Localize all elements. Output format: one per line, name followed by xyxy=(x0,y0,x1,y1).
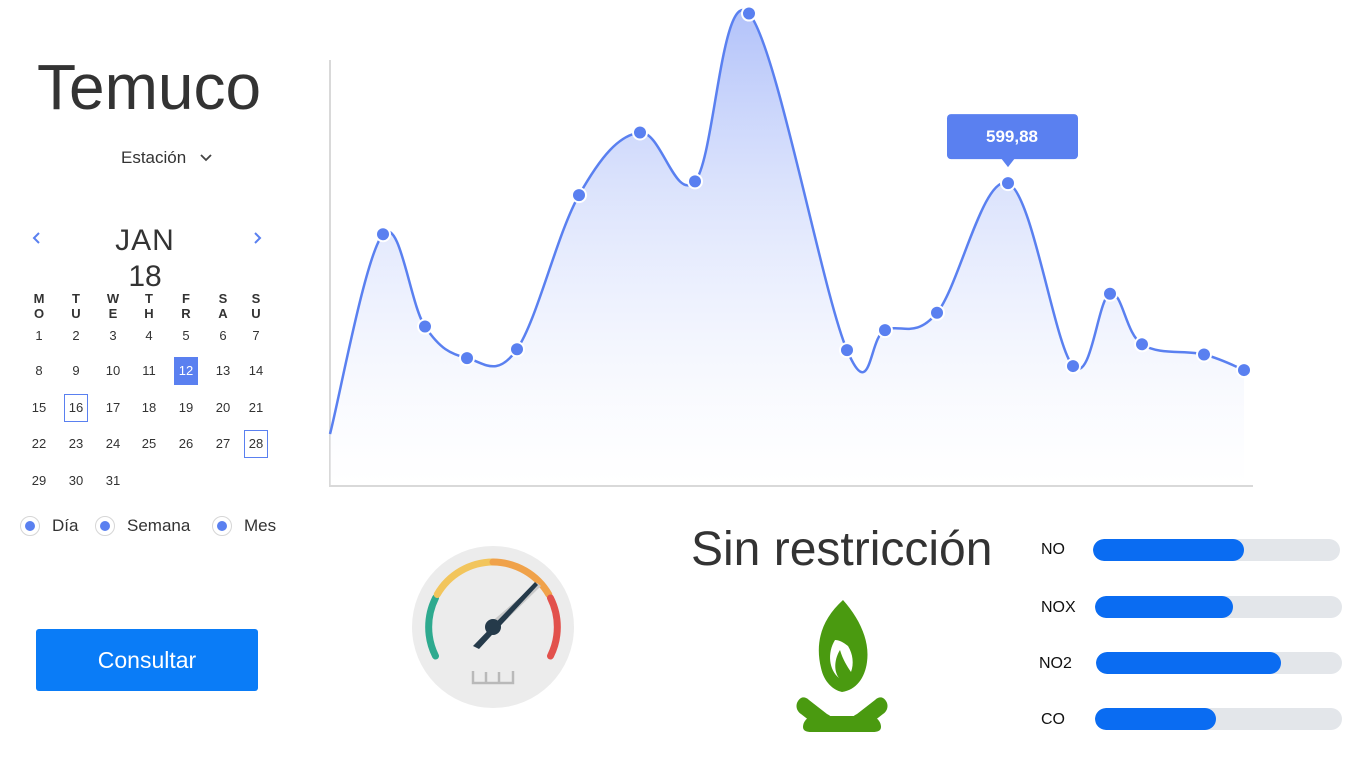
pollutant-bar-track xyxy=(1095,708,1342,730)
consult-button[interactable]: Consultar xyxy=(36,629,258,691)
pollutant-label: NO xyxy=(1041,541,1065,558)
period-radio-label: Mes xyxy=(244,516,277,535)
pollutant-bar-fill xyxy=(1093,539,1244,561)
chart-data-point[interactable] xyxy=(877,322,893,339)
chart-data-point[interactable] xyxy=(571,187,587,204)
chart-data-point[interactable] xyxy=(509,341,525,358)
chart-data-point[interactable] xyxy=(632,124,648,141)
radio-circle-icon[interactable] xyxy=(212,516,232,536)
period-radio-1[interactable]: Semana xyxy=(95,516,190,536)
pollutant-bar-track xyxy=(1093,539,1340,561)
pollutant-bar-track xyxy=(1096,652,1342,674)
chart-data-point[interactable] xyxy=(459,350,475,367)
chart-tooltip-value: 599,88 xyxy=(986,127,1038,146)
period-radio-label: Semana xyxy=(127,516,191,535)
period-radio-label: Día xyxy=(52,516,79,535)
chart-data-point[interactable] xyxy=(741,5,757,22)
chart-data-point[interactable] xyxy=(929,304,945,321)
radio-dot-icon xyxy=(25,521,35,531)
pollutant-bar-fill xyxy=(1095,596,1234,618)
radio-dot-icon xyxy=(217,521,227,531)
pollutant-label: NOX xyxy=(1041,599,1076,616)
chart-data-point[interactable] xyxy=(1102,285,1118,302)
chart-data-point[interactable] xyxy=(839,342,855,359)
chart-data-point[interactable] xyxy=(417,318,433,335)
chart-area-fill xyxy=(330,10,1244,486)
chart-data-point[interactable] xyxy=(1196,346,1212,363)
period-radio-0[interactable]: Día xyxy=(20,516,78,536)
restriction-status: Sin restricción xyxy=(691,523,993,576)
period-radio-2[interactable]: Mes xyxy=(212,516,276,536)
chart-data-point[interactable] xyxy=(375,226,391,243)
chart-tooltip: 599,88 xyxy=(947,114,1078,168)
radio-dot-icon xyxy=(100,521,110,531)
campfire-icon xyxy=(796,600,888,732)
pollutant-label: NO2 xyxy=(1039,655,1072,672)
pollutant-bar-fill xyxy=(1095,708,1217,730)
chart-data-point[interactable] xyxy=(1000,175,1016,192)
pollutant-bar-track xyxy=(1095,596,1342,618)
chart-data-point[interactable] xyxy=(1065,358,1081,375)
chart-data-point[interactable] xyxy=(1134,336,1150,353)
pollutant-bar-fill xyxy=(1096,652,1281,674)
chart-data-point[interactable] xyxy=(687,173,703,190)
chart-data-point[interactable] xyxy=(1236,362,1252,379)
radio-circle-icon[interactable] xyxy=(20,516,40,536)
radio-circle-icon[interactable] xyxy=(95,516,115,536)
speedometer-gauge-icon xyxy=(412,546,574,708)
pollutant-label: CO xyxy=(1041,711,1065,728)
pollution-area-chart: 599,88 xyxy=(328,5,1253,487)
